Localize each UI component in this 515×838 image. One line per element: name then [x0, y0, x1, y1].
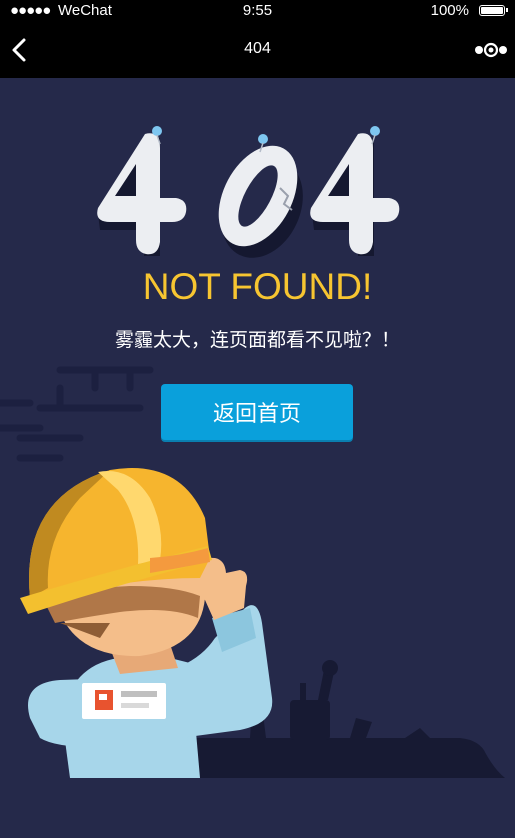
battery-percent: 100%: [430, 2, 469, 19]
battery-full-icon: [479, 5, 508, 16]
not-found-headline: NOT FOUND!: [142, 266, 373, 307]
more-dots-icon: [475, 42, 507, 58]
error-code-graphic: [97, 126, 400, 258]
id-badge: [82, 683, 166, 719]
status-bar: ●●●●● WeChat 9:55 100%: [0, 0, 515, 22]
worker-illustration: [0, 126, 505, 778]
more-button[interactable]: [471, 34, 507, 66]
app-root: ●●●●● WeChat 9:55 100% 404 NOT FOUND! 雾霾…: [0, 0, 515, 838]
page-title: 404: [244, 40, 271, 57]
error-message: 雾霾太大，连页面都看不见啦？！: [114, 329, 400, 351]
navigation-bar: 404: [0, 22, 515, 78]
error-content: NOT FOUND! 雾霾太大，连页面都看不见啦？！ 返回首页: [0, 78, 515, 838]
back-to-home-button[interactable]: 返回首页: [161, 384, 353, 440]
brick-wall-decoration: [0, 366, 154, 462]
